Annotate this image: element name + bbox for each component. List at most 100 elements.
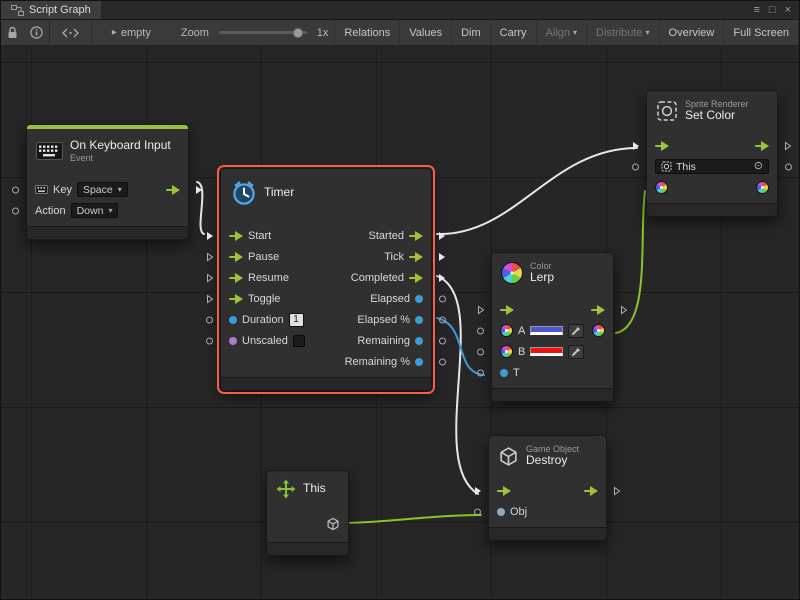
- window-menu-icon[interactable]: ≡: [753, 5, 759, 16]
- lock-icon[interactable]: [1, 20, 24, 45]
- close-icon[interactable]: ×: [785, 5, 791, 16]
- values-button[interactable]: Values: [399, 20, 451, 45]
- started-port-external[interactable]: [438, 231, 446, 241]
- keyboard-icon: [36, 142, 63, 160]
- toolbar-separator: [91, 20, 92, 45]
- flow-in-port[interactable]: [655, 141, 669, 151]
- color-port-icon[interactable]: [500, 324, 513, 337]
- graph-breadcrumb[interactable]: ▸ empty: [106, 27, 157, 39]
- unscaled-port-external[interactable]: [206, 337, 213, 344]
- duration-value-port[interactable]: [229, 316, 237, 324]
- tab-script-graph[interactable]: Script Graph: [1, 1, 101, 19]
- wire-timer-completed-to-destroy[interactable]: [437, 276, 478, 494]
- tick-port-external[interactable]: [438, 252, 446, 262]
- color-in-port[interactable]: [655, 181, 668, 194]
- node-color-lerp[interactable]: Color Lerp A: [491, 252, 614, 402]
- t-value-port[interactable]: [500, 369, 508, 377]
- maximize-icon[interactable]: □: [769, 5, 776, 16]
- resume-port-external[interactable]: [206, 273, 214, 283]
- key-port-external[interactable]: [12, 186, 19, 193]
- flow-in-port[interactable]: [500, 305, 514, 315]
- node-timer[interactable]: Timer Start Started Pause Tick Resum: [220, 168, 432, 391]
- color-out-port[interactable]: [756, 181, 769, 194]
- flow-in-external[interactable]: [474, 486, 482, 496]
- overview-button[interactable]: Overview: [659, 20, 724, 45]
- target-out-external[interactable]: [785, 163, 792, 170]
- relations-button[interactable]: Relations: [334, 20, 399, 45]
- unscaled-checkbox[interactable]: [293, 335, 305, 347]
- elapsed-pct-port-external[interactable]: [439, 316, 446, 323]
- color-b-swatch[interactable]: [530, 347, 563, 356]
- completed-port-external[interactable]: [438, 273, 446, 283]
- info-icon[interactable]: [24, 20, 49, 45]
- toggle-flow-port[interactable]: [229, 294, 243, 304]
- zoom-slider-knob[interactable]: [293, 28, 303, 38]
- flow-out-external[interactable]: [613, 486, 621, 496]
- remaining-value-port[interactable]: [415, 337, 423, 345]
- graph-canvas[interactable]: On Keyboard Input Event Key Space ▾: [1, 46, 799, 599]
- target-port-external[interactable]: [632, 163, 639, 170]
- flow-out-port[interactable]: [584, 486, 598, 496]
- tick-flow-port[interactable]: [409, 252, 423, 262]
- resume-flow-port[interactable]: [229, 273, 243, 283]
- carry-button[interactable]: Carry: [490, 20, 536, 45]
- obj-port-external[interactable]: [474, 508, 481, 515]
- pause-port-external[interactable]: [206, 252, 214, 262]
- distribute-button[interactable]: Distribute▾: [586, 20, 658, 45]
- remaining-pct-value-port[interactable]: [415, 358, 423, 366]
- duration-port-external[interactable]: [206, 316, 213, 323]
- timer-row-3: Resume Completed: [221, 267, 431, 288]
- action-port-external[interactable]: [12, 207, 19, 214]
- flow-out-port[interactable]: [591, 305, 605, 315]
- unscaled-value-port[interactable]: [229, 337, 237, 345]
- node-set-color[interactable]: Sprite Renderer Set Color This ⊙: [646, 90, 778, 217]
- start-port-external[interactable]: [206, 231, 214, 241]
- flow-out-external[interactable]: [195, 185, 203, 195]
- object-picker-icon[interactable]: ⊙: [754, 161, 763, 172]
- port-label: Pause: [248, 251, 279, 263]
- completed-flow-port[interactable]: [409, 273, 423, 283]
- flow-out-port[interactable]: [166, 185, 180, 195]
- flow-in-port[interactable]: [497, 486, 511, 496]
- port-label: T: [513, 367, 520, 379]
- align-button[interactable]: Align▾: [536, 20, 586, 45]
- duration-input[interactable]: 1: [289, 313, 304, 327]
- dim-button[interactable]: Dim: [451, 20, 490, 45]
- full-screen-button[interactable]: Full Screen: [723, 20, 799, 45]
- target-object-field[interactable]: This ⊙: [655, 159, 769, 174]
- zoom-slider[interactable]: [219, 20, 307, 45]
- lerp-a-row: A: [492, 320, 613, 341]
- node-on-keyboard-input[interactable]: On Keyboard Input Event Key Space ▾: [26, 124, 189, 240]
- toggle-port-external[interactable]: [206, 294, 214, 304]
- color-port-icon[interactable]: [500, 345, 513, 358]
- wire-this-to-destroy-obj[interactable]: [345, 515, 481, 523]
- eyedropper-icon[interactable]: [568, 324, 584, 338]
- node-this[interactable]: This: [266, 470, 349, 556]
- a-port-external[interactable]: [477, 327, 484, 334]
- pause-flow-port[interactable]: [229, 252, 243, 262]
- started-flow-port[interactable]: [409, 231, 423, 241]
- wire-timer-started-to-setcolor[interactable]: [437, 148, 637, 234]
- elapsed-port-external[interactable]: [439, 295, 446, 302]
- flow-in-external[interactable]: [477, 305, 485, 315]
- code-view-icon[interactable]: [50, 20, 91, 45]
- key-dropdown[interactable]: Space ▾: [77, 182, 128, 197]
- flow-out-port[interactable]: [755, 141, 769, 151]
- flow-out-external[interactable]: [620, 305, 628, 315]
- remaining-port-external[interactable]: [439, 337, 446, 344]
- game-object-port-icon[interactable]: [326, 517, 340, 531]
- start-flow-port[interactable]: [229, 231, 243, 241]
- flow-in-external[interactable]: [632, 141, 640, 151]
- obj-value-port[interactable]: [497, 508, 505, 516]
- elapsed-value-port[interactable]: [415, 295, 423, 303]
- remaining-pct-port-external[interactable]: [439, 358, 446, 365]
- color-a-swatch[interactable]: [530, 326, 563, 335]
- action-dropdown[interactable]: Down ▾: [71, 203, 119, 218]
- elapsed-pct-value-port[interactable]: [415, 316, 423, 324]
- flow-out-external[interactable]: [784, 141, 792, 151]
- b-port-external[interactable]: [477, 348, 484, 355]
- eyedropper-icon[interactable]: [568, 345, 584, 359]
- node-destroy[interactable]: Game Object Destroy Obj: [488, 435, 607, 541]
- t-port-external[interactable]: [477, 369, 484, 376]
- lerp-result-port[interactable]: [592, 324, 605, 337]
